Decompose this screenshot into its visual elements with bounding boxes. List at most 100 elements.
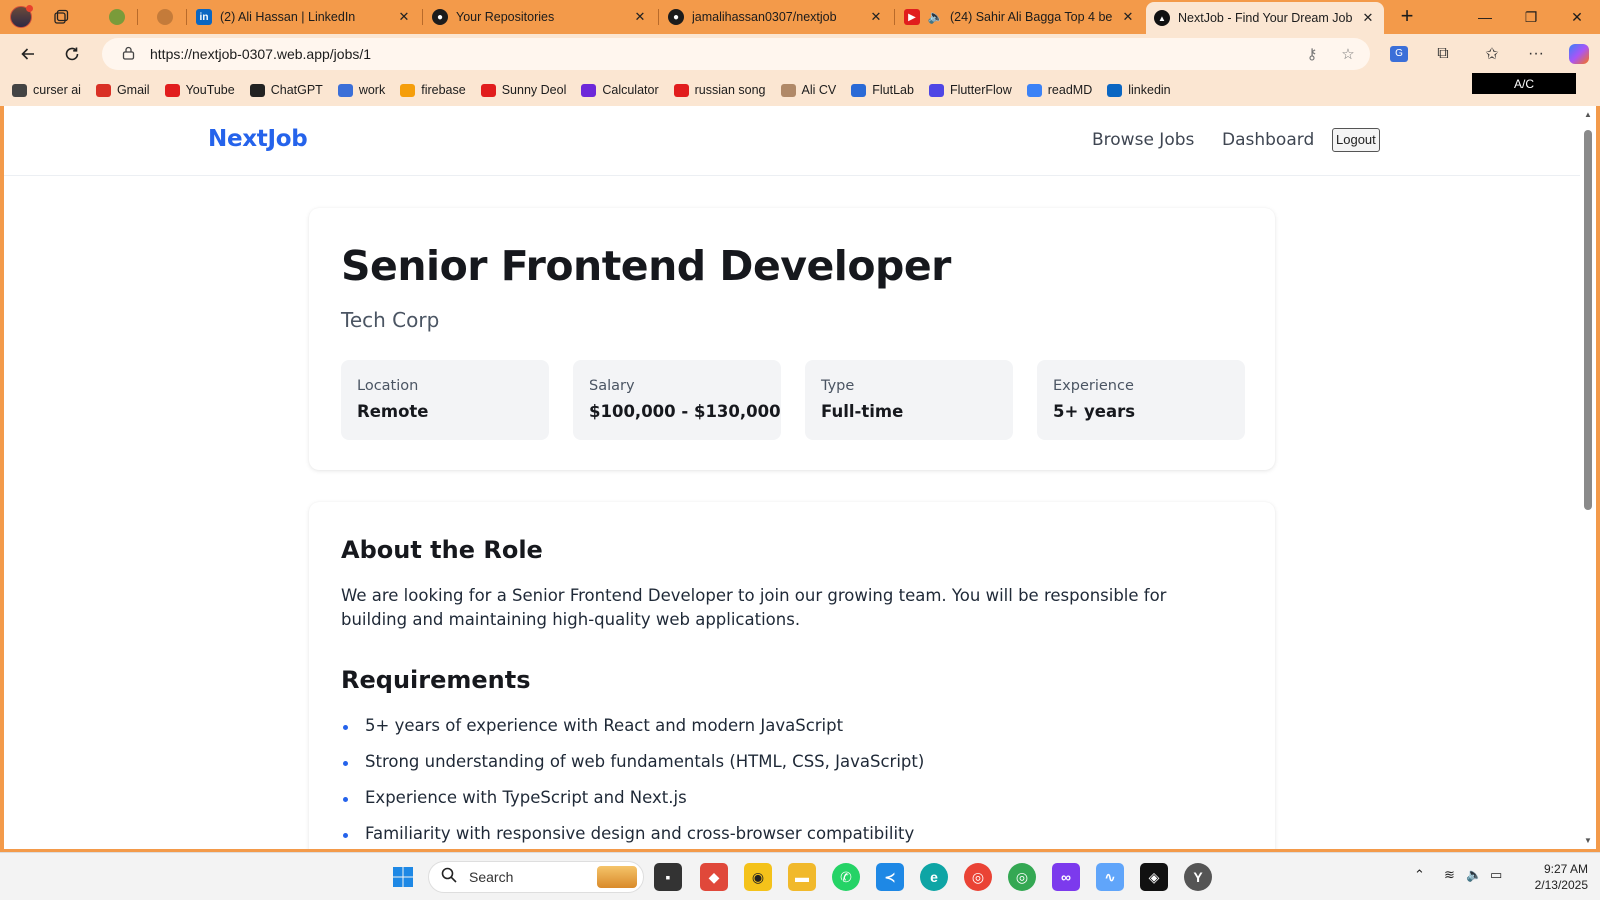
- close-icon[interactable]: ✕: [632, 9, 648, 25]
- edge-icon[interactable]: e: [920, 863, 948, 891]
- tab-youtube[interactable]: ▶ 🔈 (24) Sahir Ali Bagga Top 4 be ✕: [896, 0, 1144, 34]
- green-app-icon: [109, 9, 125, 25]
- bookmark-chatgpt[interactable]: ChatGPT: [249, 83, 323, 97]
- bookmark-russian-song[interactable]: russian song: [673, 83, 766, 97]
- close-window-button[interactable]: ✕: [1554, 0, 1600, 34]
- bullet-icon: [343, 725, 348, 730]
- speaker-icon[interactable]: 🔈: [928, 9, 944, 25]
- bookmark-label: FlutterFlow: [949, 83, 1012, 97]
- bookmark-label: readMD: [1047, 83, 1093, 97]
- bookmark-label: ChatGPT: [270, 83, 323, 97]
- tab-your-repositories[interactable]: ● Your Repositories ✕: [424, 0, 656, 34]
- close-icon[interactable]: ✕: [396, 9, 412, 25]
- workspaces-button[interactable]: [48, 5, 74, 29]
- youtube-icon: [164, 83, 180, 97]
- bookmark-label: Sunny Deol: [501, 83, 567, 97]
- vscode-icon[interactable]: ≺: [876, 863, 904, 891]
- copilot-button[interactable]: [1565, 40, 1593, 68]
- gmail-icon: [95, 83, 111, 97]
- favorite-star-icon[interactable]: ☆: [1334, 45, 1362, 63]
- chrome-icon[interactable]: ◎: [964, 863, 992, 891]
- wifi-icon[interactable]: ≋: [1444, 867, 1455, 883]
- more-button[interactable]: ···: [1522, 40, 1550, 68]
- stat-value: Full-time: [821, 402, 904, 421]
- nav-dashboard[interactable]: Dashboard: [1222, 130, 1314, 150]
- cursor-icon: [12, 83, 27, 97]
- bookmark-sunny-deol[interactable]: Sunny Deol: [480, 83, 567, 97]
- tab-linkedin[interactable]: in (2) Ali Hassan | LinkedIn ✕: [188, 0, 420, 34]
- url-text[interactable]: https://nextjob-0307.web.app/jobs/1: [150, 46, 1298, 62]
- list-item: Strong understanding of web fundamentals…: [341, 750, 1241, 786]
- windows-icon: [393, 867, 413, 887]
- start-button[interactable]: [389, 863, 417, 891]
- key-icon[interactable]: ⚷: [1298, 45, 1326, 63]
- anydesk-icon[interactable]: ◆: [700, 863, 728, 891]
- minimize-button[interactable]: —: [1462, 0, 1508, 34]
- tab-strip: in (2) Ali Hassan | LinkedIn ✕ ● Your Re…: [0, 0, 1600, 34]
- whatsapp-icon[interactable]: ✆: [832, 863, 860, 891]
- close-icon[interactable]: ✕: [868, 9, 884, 25]
- bookmark-firebase[interactable]: firebase: [400, 83, 466, 97]
- scroll-down-icon[interactable]: ▼: [1584, 836, 1592, 845]
- tab-pinned-2[interactable]: [148, 0, 182, 34]
- file-explorer-icon[interactable]: ▬: [788, 863, 816, 891]
- task-view-icon[interactable]: ▪: [654, 863, 682, 891]
- ac-badge: A/C: [1472, 73, 1576, 94]
- bookmark-linkedin[interactable]: linkedin: [1107, 83, 1171, 97]
- bookmark-ali-cv[interactable]: Ali CV: [780, 83, 836, 97]
- back-button[interactable]: [14, 40, 42, 68]
- scrollbar-thumb[interactable]: [1584, 130, 1592, 510]
- restore-button[interactable]: ❐: [1508, 0, 1554, 34]
- extensions-button[interactable]: ⧉: [1429, 40, 1457, 68]
- bookmark-flutterflow[interactable]: FlutterFlow: [928, 83, 1012, 97]
- site-logo[interactable]: NextJob: [208, 126, 308, 152]
- close-icon[interactable]: ✕: [1120, 9, 1136, 25]
- bookmark-gmail[interactable]: Gmail: [95, 83, 150, 97]
- cursor-app-icon[interactable]: ◈: [1140, 863, 1168, 891]
- translate-button[interactable]: G: [1385, 40, 1413, 68]
- calculator-icon: [581, 83, 597, 97]
- page-scrollbar[interactable]: ▲ ▼: [1580, 106, 1596, 849]
- new-tab-button[interactable]: +: [1394, 4, 1420, 30]
- bookmark-calculator[interactable]: Calculator: [581, 83, 659, 97]
- taskbar: Search ▪ ◆ ◉ ▬ ✆ ≺ e ◎ ◎ ∞ ∿ ◈ Y ⌃ ≋ 🔈 ▭…: [0, 852, 1600, 900]
- bookmark-youtube[interactable]: YouTube: [164, 83, 235, 97]
- logout-button[interactable]: Logout: [1332, 128, 1380, 152]
- stat-label: Salary: [589, 378, 635, 394]
- favorites-button[interactable]: ✩: [1478, 40, 1506, 68]
- requirement-text: Familiarity with responsive design and c…: [365, 824, 915, 843]
- chevron-up-icon[interactable]: ⌃: [1414, 867, 1425, 883]
- requirement-text: 5+ years of experience with React and mo…: [365, 716, 844, 735]
- chat-app-icon[interactable]: ◉: [744, 863, 772, 891]
- bookmark-flutlab[interactable]: FlutLab: [851, 83, 914, 97]
- nav-browse-jobs[interactable]: Browse Jobs: [1092, 130, 1194, 150]
- profile-button[interactable]: [8, 5, 34, 29]
- scroll-up-icon[interactable]: ▲: [1584, 110, 1592, 119]
- close-icon[interactable]: ✕: [1360, 10, 1376, 26]
- system-clock[interactable]: 9:27 AM 2/13/2025: [1520, 861, 1588, 893]
- lock-icon[interactable]: [120, 46, 136, 63]
- monitor-app-icon[interactable]: ∿: [1096, 863, 1124, 891]
- clock-app-icon[interactable]: Y: [1184, 863, 1212, 891]
- bookmark-curser-ai[interactable]: curser ai: [12, 83, 81, 97]
- bookmark-readmd[interactable]: readMD: [1026, 83, 1093, 97]
- bookmark-work[interactable]: work: [337, 83, 386, 97]
- tab-nextjob-active[interactable]: ▲ NextJob - Find Your Dream Job ✕: [1146, 2, 1384, 34]
- requirements-list: 5+ years of experience with React and mo…: [341, 714, 1241, 849]
- battery-icon[interactable]: ▭: [1490, 867, 1502, 883]
- stat-label: Experience: [1053, 378, 1134, 394]
- taskbar-search[interactable]: Search: [428, 861, 644, 893]
- tab-nextjob-repo[interactable]: ● jamalihassan0307/nextjob ✕: [660, 0, 892, 34]
- puzzle-icon: ⧉: [1437, 45, 1449, 62]
- bookmark-label: work: [358, 83, 386, 97]
- volume-icon[interactable]: 🔈: [1466, 867, 1482, 883]
- chrome-profile-icon[interactable]: ◎: [1008, 863, 1036, 891]
- youtube-icon: ▶: [904, 9, 920, 25]
- page-viewport: NextJob Browse Jobs Dashboard Logout Sen…: [4, 106, 1580, 849]
- translate-icon: G: [1390, 46, 1408, 62]
- address-bar[interactable]: https://nextjob-0307.web.app/jobs/1 ⚷ ☆: [102, 38, 1370, 70]
- tab-pinned-1[interactable]: [100, 0, 134, 34]
- reload-button[interactable]: [58, 40, 86, 68]
- visual-studio-icon[interactable]: ∞: [1052, 863, 1080, 891]
- github-icon: ●: [432, 9, 448, 25]
